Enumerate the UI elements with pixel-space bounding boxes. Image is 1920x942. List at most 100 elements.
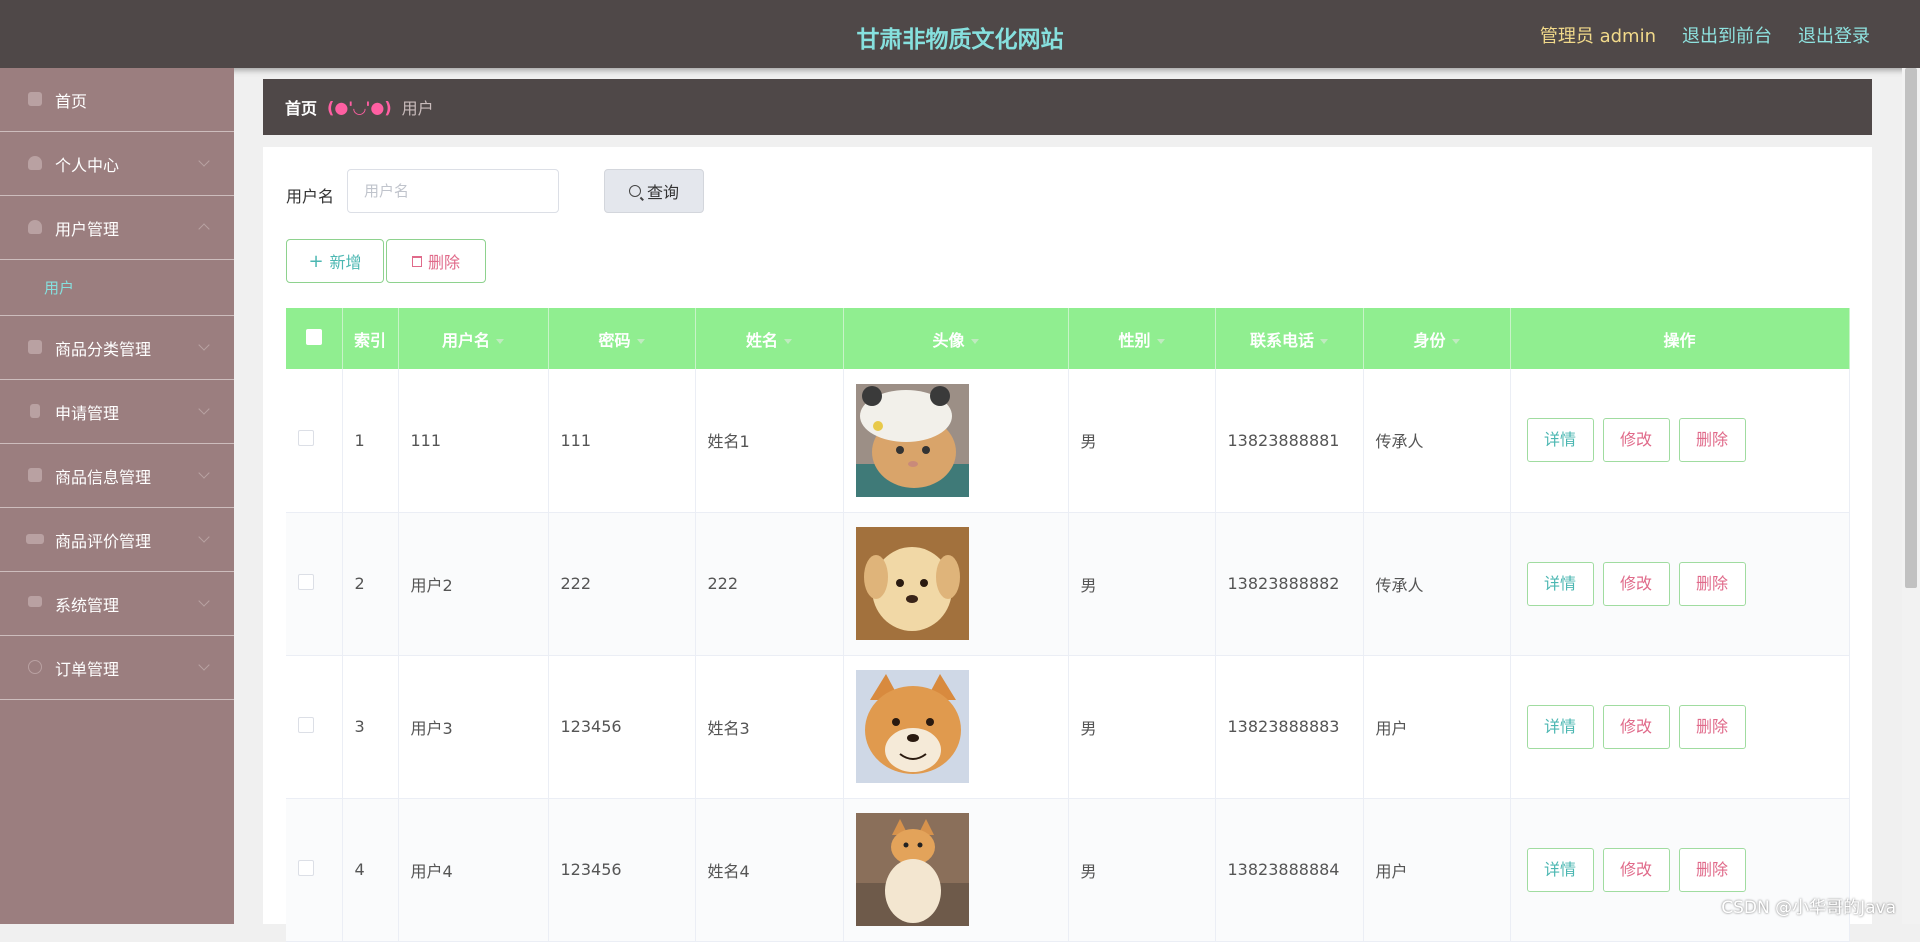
trash-icon (411, 255, 422, 267)
sidebar-item-application-management[interactable]: 申请管理 (0, 380, 234, 444)
sidebar-subitem-users[interactable]: 用户 (0, 260, 234, 316)
sort-icon[interactable] (1156, 338, 1165, 344)
sidebar-item-label: 申请管理 (55, 403, 120, 423)
query-button[interactable]: 查询 (604, 169, 704, 213)
avatar-cell (843, 798, 1069, 942)
row-checkbox[interactable] (298, 716, 314, 733)
edit-button[interactable]: 修改 (1602, 704, 1670, 749)
admin-label: 管理员 admin (1539, 26, 1656, 47)
delete-row-button[interactable]: 删除 (1678, 704, 1746, 749)
delete-row-button[interactable]: 删除 (1678, 847, 1746, 892)
sidebar-item-label: 商品信息管理 (55, 467, 152, 487)
logout-link[interactable]: 退出登录 (1798, 22, 1870, 48)
plus-icon: + (308, 250, 324, 272)
name-cell: 姓名3 (695, 655, 844, 799)
edit-button[interactable]: 修改 (1602, 418, 1670, 463)
identity-cell: 传承人 (1363, 512, 1511, 656)
top-navbar: 甘肃非物质文化网站 管理员 admin 退出到前台 退出登录 (0, 0, 1920, 68)
batch-delete-button[interactable]: 删除 (386, 239, 486, 283)
search-label: 用户名 (286, 187, 335, 206)
column-header-label: 头像 (932, 330, 965, 350)
row-checkbox[interactable] (298, 573, 314, 590)
sidebar-item-personal-center[interactable]: 个人中心 (0, 132, 234, 196)
detail-button[interactable]: 详情 (1526, 418, 1594, 463)
detail-button[interactable]: 详情 (1526, 704, 1594, 749)
sidebar-item-product-info-management[interactable]: 商品信息管理 (0, 444, 234, 508)
sidebar-item-label: 商品评价管理 (55, 531, 152, 551)
row-select-cell (286, 655, 343, 799)
actions-cell: 详情 修改 删除 (1510, 369, 1850, 513)
query-button-label: 查询 (646, 183, 679, 202)
row-select-cell (286, 369, 343, 513)
sort-icon[interactable] (970, 338, 979, 344)
chevron-up-icon (198, 223, 210, 235)
gender-cell: 男 (1068, 655, 1216, 799)
top-right-menu: 管理员 admin 退出到前台 退出登录 (1540, 22, 1870, 48)
sidebar-item-home[interactable]: 首页 (0, 68, 234, 132)
watermark: CSDN @小华哥的Java (1721, 898, 1896, 918)
table-header-row: 索引 用户名 密码 姓名 头像 性别 联系电话 身份 操作 (286, 308, 1850, 369)
back-to-frontend-link[interactable]: 退出到前台 (1682, 22, 1772, 48)
add-button[interactable]: + 新增 (286, 239, 384, 283)
column-header-avatar[interactable]: 头像 (843, 308, 1069, 369)
avatar-cell (843, 369, 1069, 513)
sort-icon[interactable] (784, 338, 792, 344)
detail-button[interactable]: 详情 (1526, 847, 1594, 892)
sidebar-item-review-management[interactable]: 商品评价管理 (0, 508, 234, 572)
chevron-down-icon (198, 659, 210, 671)
column-header-password[interactable]: 密码 (548, 308, 696, 369)
sidebar-item-label: 系统管理 (55, 595, 120, 615)
delete-row-button[interactable]: 删除 (1678, 561, 1746, 606)
sidebar-item-order-management[interactable]: 订单管理 (0, 636, 234, 700)
breadcrumb: 首页 (●'◡'●) 用户 (263, 79, 1872, 135)
phone-icon (30, 404, 40, 418)
scrollbar-thumb[interactable] (1905, 68, 1917, 588)
delete-row-button[interactable]: 删除 (1678, 418, 1746, 463)
identity-cell: 用户 (1363, 655, 1511, 799)
sidebar-item-system-management[interactable]: 系统管理 (0, 572, 234, 636)
index-cell: 1 (342, 369, 399, 513)
index-cell: 2 (342, 512, 399, 656)
username-search-input[interactable] (347, 169, 559, 213)
index-cell: 4 (342, 798, 399, 942)
column-header-identity[interactable]: 身份 (1363, 308, 1511, 369)
user-icon (28, 220, 42, 234)
phone-cell: 13823888882 (1215, 512, 1364, 656)
column-header-label: 联系电话 (1249, 330, 1314, 350)
gender-cell: 男 (1068, 512, 1216, 656)
edit-button[interactable]: 修改 (1602, 561, 1670, 606)
breadcrumb-home[interactable]: 首页 (285, 95, 317, 119)
password-cell: 111 (548, 369, 696, 513)
column-header-gender[interactable]: 性别 (1068, 308, 1216, 369)
page-scrollbar[interactable] (1902, 68, 1920, 924)
detail-button[interactable]: 详情 (1526, 561, 1594, 606)
puppy-avatar-image (855, 527, 969, 640)
row-checkbox[interactable] (298, 430, 314, 447)
select-all-header[interactable] (286, 308, 343, 369)
actions-cell: 详情 修改 删除 (1510, 512, 1850, 656)
sidebar-item-label: 个人中心 (55, 155, 120, 175)
sort-icon[interactable] (1451, 338, 1460, 344)
sort-icon[interactable] (496, 338, 504, 344)
sort-icon[interactable] (1320, 338, 1328, 344)
cat-avatar-image (855, 383, 969, 497)
sort-icon[interactable] (636, 338, 645, 344)
name-cell: 姓名4 (695, 798, 844, 942)
actions-cell: 详情 修改 删除 (1510, 798, 1850, 942)
sidebar-item-category-management[interactable]: 商品分类管理 (0, 316, 234, 380)
edit-button[interactable]: 修改 (1602, 847, 1670, 892)
column-header-name[interactable]: 姓名 (695, 308, 844, 369)
sidebar-item-user-management[interactable]: 用户管理 (0, 196, 234, 260)
column-header-phone[interactable]: 联系电话 (1215, 308, 1364, 369)
column-header-label: 姓名 (745, 330, 778, 350)
delete-button-label: 删除 (427, 253, 460, 272)
select-all-checkbox[interactable] (305, 328, 322, 345)
row-select-cell (286, 798, 343, 942)
column-header-username[interactable]: 用户名 (398, 308, 549, 369)
password-cell: 123456 (548, 798, 696, 942)
gender-cell: 男 (1068, 798, 1216, 942)
column-header-label: 性别 (1118, 330, 1151, 350)
clock-icon (28, 660, 42, 674)
sidebar-item-label: 订单管理 (55, 659, 120, 679)
row-checkbox[interactable] (298, 859, 314, 876)
